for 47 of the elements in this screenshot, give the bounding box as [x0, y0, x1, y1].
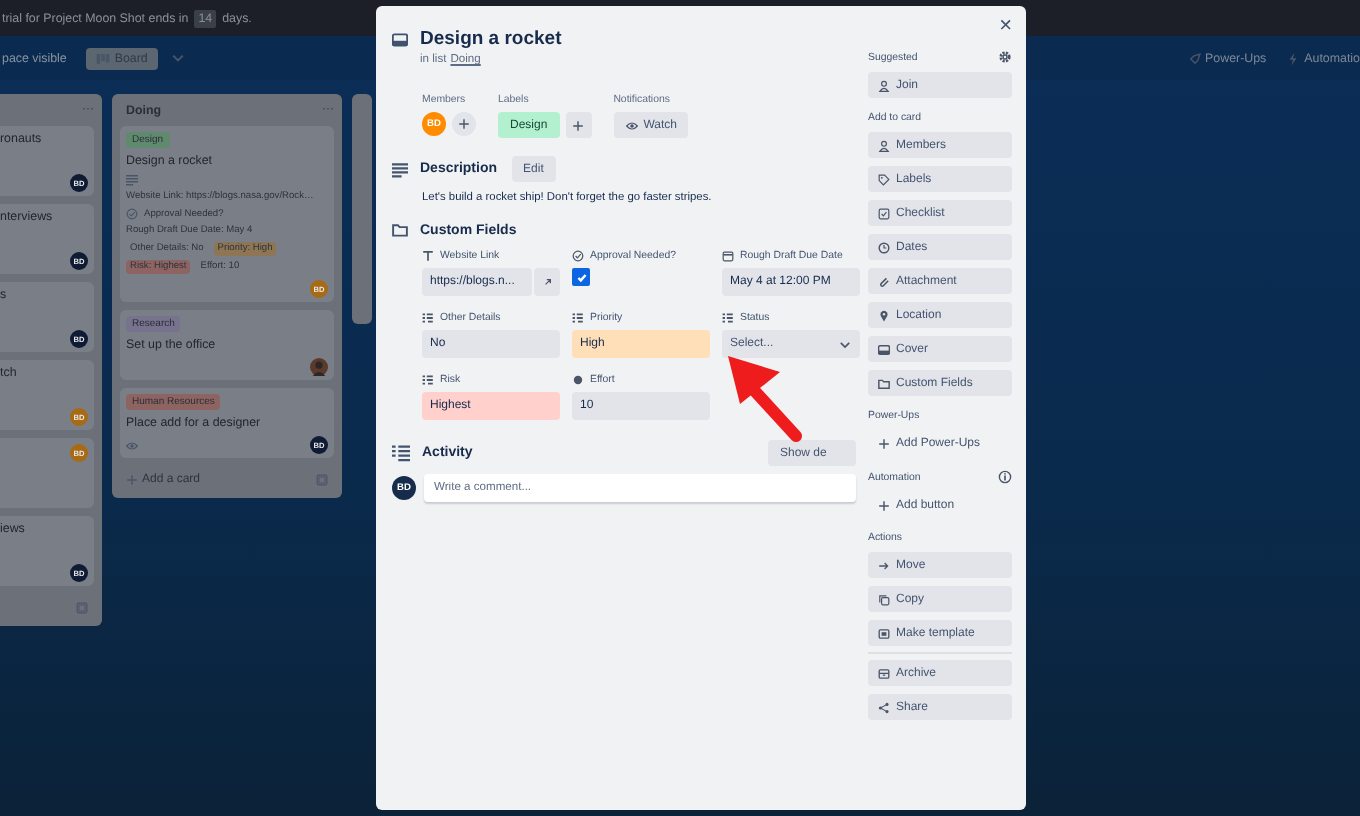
- checklist-icon: [878, 207, 890, 219]
- arrow-drawing: [728, 356, 802, 442]
- plus-icon: [878, 499, 890, 511]
- bolt-icon: [1286, 51, 1301, 65]
- rocket-icon: [1187, 51, 1202, 65]
- tag-icon: [878, 173, 890, 185]
- folder-icon: [392, 222, 408, 238]
- card-icon: [878, 343, 890, 355]
- folder-icon: [878, 377, 890, 389]
- description-icon: [392, 161, 408, 177]
- arrow-right-icon: [878, 559, 890, 571]
- check-circle-icon: [126, 208, 138, 220]
- list-icon: [422, 312, 434, 324]
- add-label-button[interactable]: [565, 112, 592, 138]
- chevron-down-icon: [838, 337, 852, 351]
- card-icon: [392, 32, 408, 48]
- dot-icon: [572, 374, 584, 386]
- board-icon: [96, 51, 111, 65]
- share-icon: [878, 701, 890, 713]
- copy-icon: [878, 593, 890, 605]
- approval-checkbox[interactable]: [572, 268, 590, 286]
- archive-icon: [878, 667, 890, 679]
- plus-icon: [458, 118, 470, 130]
- list-icon: [572, 312, 584, 324]
- person-icon: [878, 79, 890, 91]
- plus-icon: [878, 437, 890, 449]
- check-circle-icon: [572, 250, 584, 262]
- location-pin-icon: [878, 309, 890, 321]
- template-icon: [878, 627, 890, 639]
- plus-icon: [126, 473, 138, 485]
- list-icon: [722, 312, 734, 324]
- person-icon: [878, 139, 890, 151]
- external-link-icon: [541, 276, 553, 288]
- template-icon: [316, 473, 328, 485]
- add-member-button[interactable]: [452, 112, 476, 136]
- template-icon: [76, 601, 88, 613]
- plus-icon: [572, 119, 585, 131]
- clock-icon: [878, 241, 890, 253]
- activity-icon: [392, 444, 410, 462]
- close-button[interactable]: ×: [999, 14, 1012, 38]
- card-title: Design a rocket: [420, 28, 562, 50]
- eye-icon: [625, 119, 638, 131]
- paperclip-icon: [878, 275, 890, 287]
- chevron-down-icon: [169, 50, 186, 66]
- calendar-icon: [722, 250, 734, 262]
- list-icon: [422, 374, 434, 386]
- text-icon: [422, 250, 434, 262]
